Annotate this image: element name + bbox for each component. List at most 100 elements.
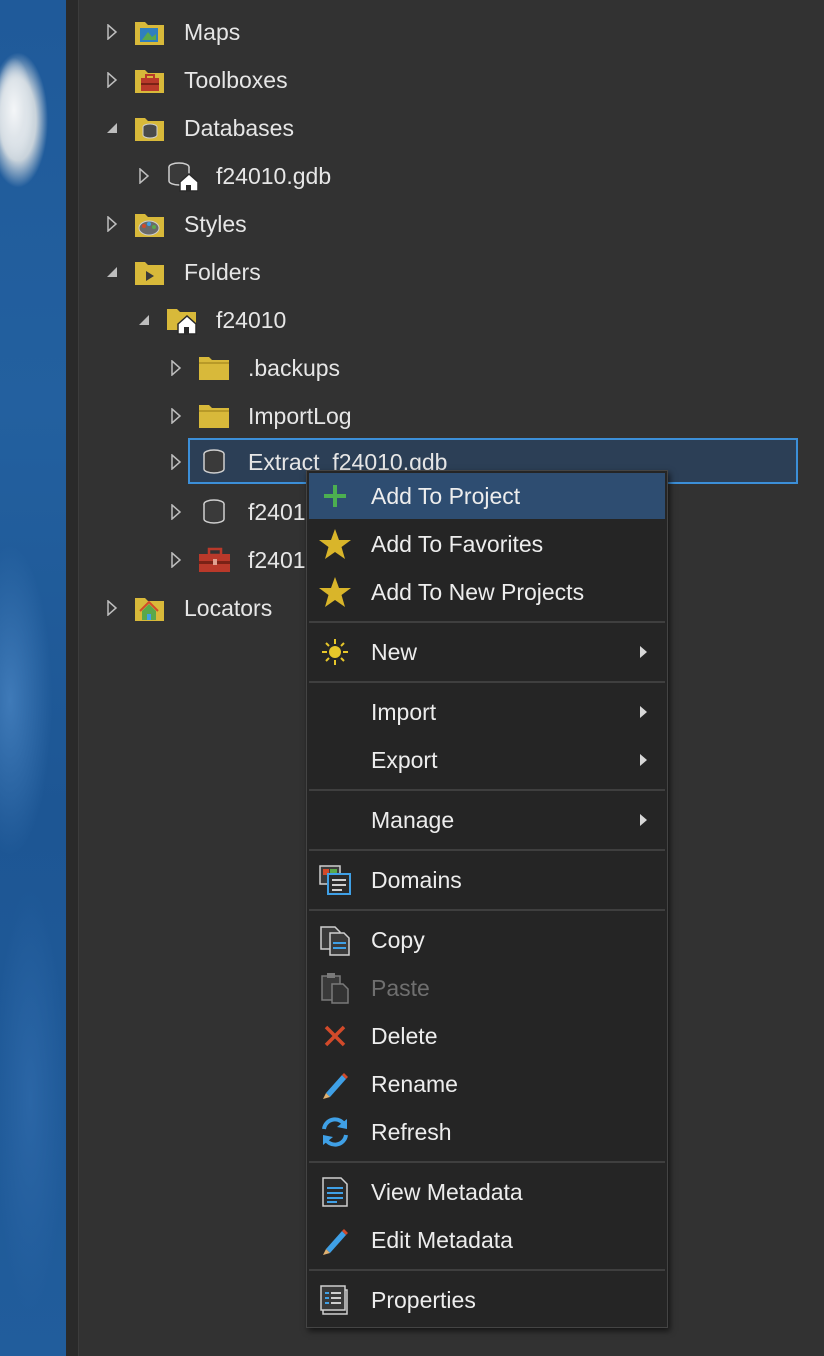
menu-item-manage[interactable]: Manage xyxy=(309,797,665,843)
tree-item-f2401-gdb[interactable]: f2401 xyxy=(168,490,306,534)
pane-splitter[interactable] xyxy=(66,0,79,1356)
locators-folder-icon xyxy=(134,592,166,624)
menu-separator xyxy=(309,789,665,791)
menu-item-edit-metadata[interactable]: Edit Metadata xyxy=(309,1217,665,1263)
collapse-arrow-icon[interactable] xyxy=(136,312,152,328)
tree-item-styles[interactable]: Styles xyxy=(104,202,247,246)
menu-item-label: Add To New Projects xyxy=(371,578,585,605)
home-folder-icon xyxy=(166,304,198,336)
menu-item-domains[interactable]: Domains xyxy=(309,857,665,903)
properties-icon xyxy=(315,1280,355,1320)
tree-item-backups[interactable]: .backups xyxy=(168,346,340,390)
menu-separator xyxy=(309,681,665,683)
menu-item-label: Manage xyxy=(371,806,455,833)
menu-item-add-to-favorites[interactable]: Add To Favorites xyxy=(309,521,665,567)
expand-arrow-icon[interactable] xyxy=(104,24,120,40)
map-landmass xyxy=(0,50,48,200)
folder-icon xyxy=(198,352,230,384)
tree-item-label: ImportLog xyxy=(248,402,352,429)
refresh-icon xyxy=(315,1112,355,1152)
expand-arrow-icon[interactable] xyxy=(168,454,184,470)
menu-item-label: New xyxy=(371,638,418,665)
menu-item-label: Import xyxy=(371,698,437,725)
maps-folder-icon xyxy=(134,16,166,48)
menu-separator xyxy=(309,1269,665,1271)
context-menu: Add To Project Add To Favorites Add To N… xyxy=(306,470,668,1328)
menu-item-rename[interactable]: Rename xyxy=(309,1061,665,1107)
sun-icon xyxy=(315,632,355,672)
copy-icon xyxy=(315,920,355,960)
tree-item-databases[interactable]: Databases xyxy=(104,106,294,150)
menu-item-label: Rename xyxy=(371,1070,458,1097)
star-icon xyxy=(315,572,355,612)
delete-x-icon xyxy=(315,1016,355,1056)
tree-item-label: f24010.gdb xyxy=(216,162,332,189)
tree-item-label: Styles xyxy=(184,210,247,237)
styles-folder-icon xyxy=(134,208,166,240)
expand-arrow-icon[interactable] xyxy=(104,72,120,88)
menu-item-view-metadata[interactable]: View Metadata xyxy=(309,1169,665,1215)
star-icon xyxy=(315,524,355,564)
menu-item-delete[interactable]: Delete xyxy=(309,1013,665,1059)
submenu-arrow-icon xyxy=(640,754,647,766)
tree-item-f24010[interactable]: f24010 xyxy=(136,298,286,342)
paste-icon xyxy=(315,968,355,1008)
tree-item-importlog[interactable]: ImportLog xyxy=(168,394,352,438)
expand-arrow-icon[interactable] xyxy=(136,168,152,184)
tree-item-f24010-gdb[interactable]: f24010.gdb xyxy=(136,154,331,198)
menu-item-new[interactable]: New xyxy=(309,629,665,675)
menu-item-properties[interactable]: Properties xyxy=(309,1277,665,1323)
menu-item-label: Domains xyxy=(371,866,462,893)
menu-item-import[interactable]: Import xyxy=(309,689,665,735)
tree-item-label: .backups xyxy=(248,354,341,381)
toolboxes-folder-icon xyxy=(134,64,166,96)
menu-item-label: Properties xyxy=(371,1286,476,1313)
folder-icon xyxy=(198,400,230,432)
expand-arrow-icon[interactable] xyxy=(104,216,120,232)
menu-item-add-to-new-projects[interactable]: Add To New Projects xyxy=(309,569,665,615)
databases-folder-icon xyxy=(134,112,166,144)
submenu-arrow-icon xyxy=(640,706,647,718)
expand-arrow-icon[interactable] xyxy=(168,360,184,376)
metadata-icon xyxy=(315,1172,355,1212)
collapse-arrow-icon[interactable] xyxy=(104,120,120,136)
tree-item-maps[interactable]: Maps xyxy=(104,10,240,54)
map-view-edge[interactable] xyxy=(0,0,66,1356)
tree-item-label: f2401 xyxy=(248,546,306,573)
menu-item-paste[interactable]: Paste xyxy=(309,965,665,1011)
expand-arrow-icon[interactable] xyxy=(168,552,184,568)
expand-arrow-icon[interactable] xyxy=(168,408,184,424)
pencil-icon xyxy=(315,1220,355,1260)
tree-item-f2401-toolbox[interactable]: f2401 xyxy=(168,538,306,582)
tree-item-label: Locators xyxy=(184,594,273,621)
menu-item-label: Add To Favorites xyxy=(371,530,544,557)
menu-separator xyxy=(309,1161,665,1163)
submenu-arrow-icon xyxy=(640,646,647,658)
folders-folder-icon xyxy=(134,256,166,288)
menu-item-copy[interactable]: Copy xyxy=(309,917,665,963)
tree-item-toolboxes[interactable]: Toolboxes xyxy=(104,58,288,102)
menu-item-label: Copy xyxy=(371,926,425,953)
menu-item-label: View Metadata xyxy=(371,1178,523,1205)
pencil-icon xyxy=(315,1064,355,1104)
tree-item-label: Maps xyxy=(184,18,241,45)
tree-item-locators[interactable]: Locators xyxy=(104,586,272,630)
expand-arrow-icon[interactable] xyxy=(104,600,120,616)
tree-item-label: f2401 xyxy=(248,498,306,525)
tree-item-folders[interactable]: Folders xyxy=(104,250,261,294)
menu-item-refresh[interactable]: Refresh xyxy=(309,1109,665,1155)
menu-item-label: Delete xyxy=(371,1022,438,1049)
menu-separator xyxy=(309,849,665,851)
collapse-arrow-icon[interactable] xyxy=(104,264,120,280)
menu-item-export[interactable]: Export xyxy=(309,737,665,783)
menu-separator xyxy=(309,909,665,911)
home-geodatabase-icon xyxy=(166,160,198,192)
expand-arrow-icon[interactable] xyxy=(168,504,184,520)
menu-item-label: Add To Project xyxy=(371,482,521,509)
menu-separator xyxy=(309,621,665,623)
tree-item-label: Databases xyxy=(184,114,294,141)
menu-item-label: Edit Metadata xyxy=(371,1226,513,1253)
domains-icon xyxy=(315,860,355,900)
menu-item-add-to-project[interactable]: Add To Project xyxy=(309,473,665,519)
geodatabase-icon xyxy=(198,496,230,528)
